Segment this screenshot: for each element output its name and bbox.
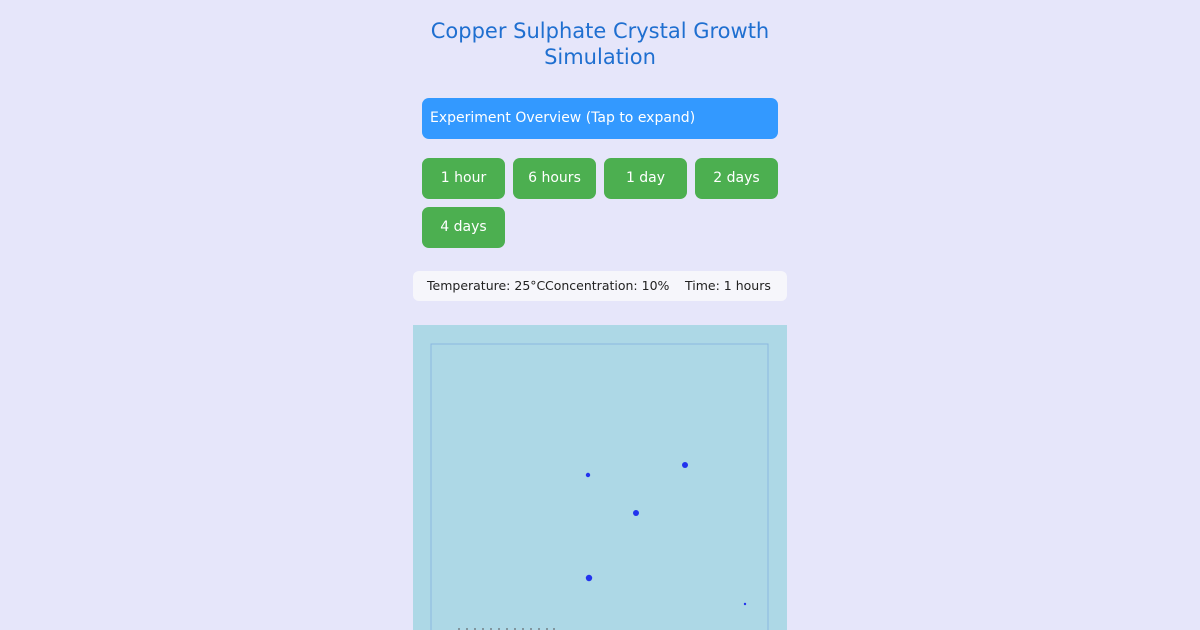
page-title-line-2: Simulation [544, 45, 656, 69]
temperature-readout: Temperature: 25°C [427, 278, 546, 293]
concentration-readout: Concentration: 10% [545, 278, 670, 293]
experiment-overview-button[interactable]: Experiment Overview (Tap to expand) [422, 98, 778, 139]
status-bar: Temperature: 25°C Concentration: 10% Tim… [413, 271, 787, 301]
time-button-2-days[interactable]: 2 days [695, 158, 778, 199]
crystal-particle [743, 602, 747, 606]
time-button-1-hour[interactable]: 1 hour [422, 158, 505, 199]
crystal-particle [585, 574, 593, 582]
time-readout: Time: 1 hours [685, 278, 771, 293]
crystal-particle [585, 472, 591, 478]
time-button-4-days[interactable]: 4 days [422, 207, 505, 248]
time-button-1-day[interactable]: 1 day [604, 158, 687, 199]
page-title-line-1: Copper Sulphate Crystal Growth [430, 19, 770, 43]
crystal-particle [682, 462, 688, 468]
beaker-outline [430, 343, 769, 630]
crystal-particle [633, 510, 639, 516]
simulation-canvas [430, 343, 769, 630]
time-button-6-hours[interactable]: 6 hours [513, 158, 596, 199]
page-title: Copper Sulphate Crystal Growth Simulatio… [0, 18, 1200, 70]
crystal-simulation-area [413, 325, 787, 630]
